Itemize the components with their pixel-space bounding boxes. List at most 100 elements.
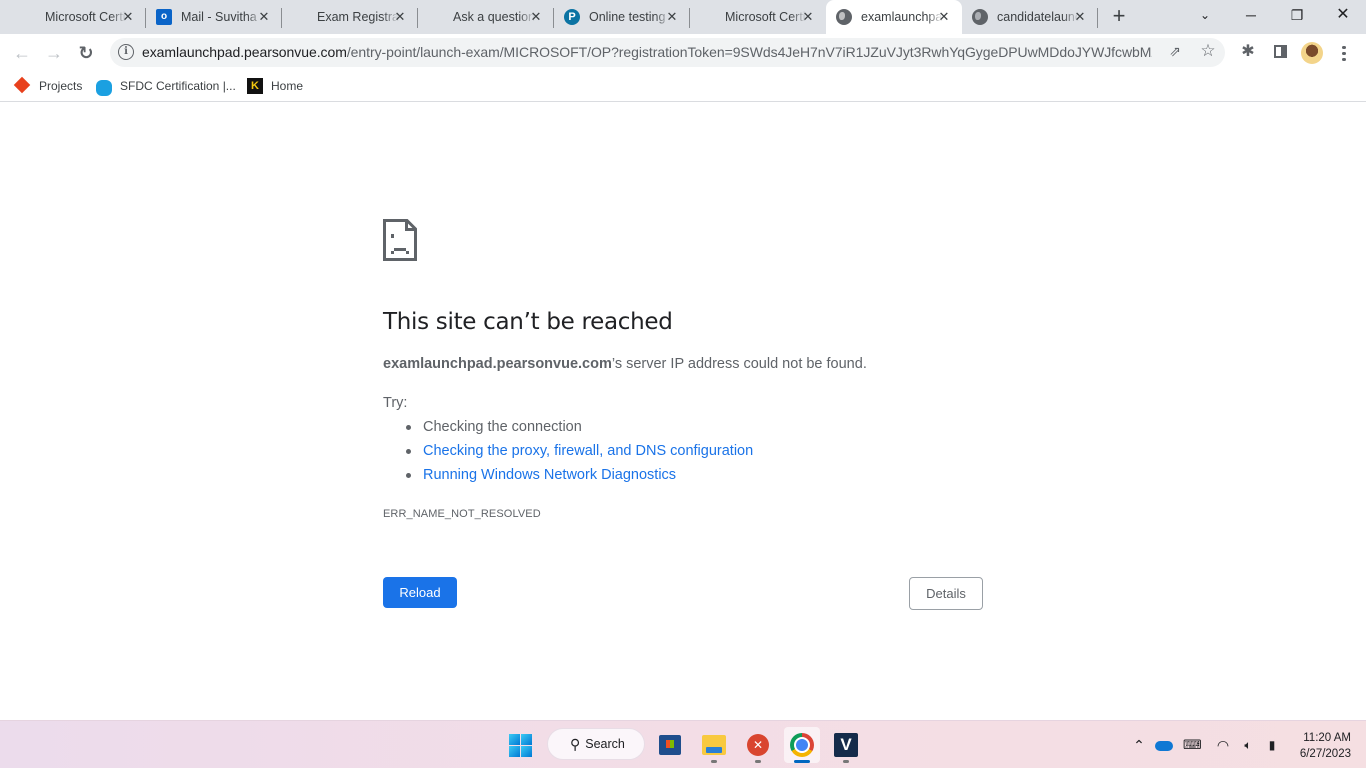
close-tab-icon[interactable]: ✕ <box>256 9 272 25</box>
taskbar-anydesk[interactable]: ✕ <box>740 727 776 763</box>
tab-title: Online testing <box>589 10 666 24</box>
restore-button[interactable]: ❐ <box>1274 0 1320 30</box>
reload-button[interactable]: Reload <box>383 577 457 608</box>
error-description: examlaunchpad.pearsonvue.com’s server IP… <box>383 356 867 372</box>
microsoft-logo-icon <box>700 9 716 25</box>
windows-logo-icon <box>508 733 532 757</box>
onedrive-icon[interactable] <box>1155 735 1173 755</box>
folder-icon <box>702 735 726 755</box>
details-button[interactable]: Details <box>909 577 983 610</box>
tab-examlaunchpad[interactable]: examlaunchpad ✕ <box>826 0 962 34</box>
bookmark-label: Projects <box>39 79 83 93</box>
close-tab-icon[interactable]: ✕ <box>664 9 680 25</box>
suggestions-list: Checking the connection Checking the pro… <box>406 418 753 490</box>
forward-button[interactable]: → <box>42 41 66 65</box>
bookmark-projects[interactable]: Projects <box>13 76 83 95</box>
close-tab-icon[interactable]: ✕ <box>800 9 816 25</box>
bookmark-label: Home <box>271 79 304 93</box>
battery-charging-icon[interactable]: ▮ <box>1262 735 1282 755</box>
start-button[interactable] <box>502 727 538 763</box>
browser-menu-icon[interactable] <box>1336 44 1352 62</box>
tab-title: Mail - Suvitha <box>181 10 257 24</box>
taskbar-search[interactable]: ⚲ Search <box>547 728 645 760</box>
taskbar-microsoft-store[interactable] <box>652 727 688 763</box>
proxy-firewall-dns-link[interactable]: Checking the proxy, firewall, and DNS co… <box>423 443 753 459</box>
show-hidden-icons-chevron[interactable]: ⌃ <box>1131 735 1147 755</box>
share-icon[interactable]: ⇗ <box>1166 43 1184 61</box>
globe-icon <box>836 9 852 25</box>
tab-candidatelaunch[interactable]: candidatelaunch ✕ <box>962 0 1098 34</box>
address-bar[interactable]: i examlaunchpad.pearsonvue.com/entry-poi… <box>110 38 1225 67</box>
search-icon: ⚲ <box>570 735 581 752</box>
active-indicator <box>794 760 810 763</box>
clock-time: 11:20 AM <box>1303 732 1351 744</box>
close-tab-icon[interactable]: ✕ <box>392 9 408 25</box>
close-tab-icon[interactable]: ✕ <box>936 9 952 25</box>
url-text[interactable]: examlaunchpad.pearsonvue.com/entry-point… <box>142 44 1152 60</box>
bookmark-sfdc-certification[interactable]: SFDC Certification |... <box>96 77 236 96</box>
tab-title: Microsoft Certification <box>725 10 807 24</box>
suggestion-item: Checking the connection <box>406 418 753 442</box>
running-indicator <box>755 760 761 763</box>
microsoft-logo-icon <box>428 9 444 25</box>
running-indicator <box>711 760 717 763</box>
suggestion-item: Checking the proxy, firewall, and DNS co… <box>406 442 753 466</box>
tab-microsoft-certification-2[interactable]: Microsoft Certification ✕ <box>690 0 826 34</box>
bookmark-star-icon[interactable]: ☆ <box>1198 41 1218 61</box>
close-tab-icon[interactable]: ✕ <box>1072 9 1088 25</box>
globe-icon <box>972 9 988 25</box>
error-code: ERR_NAME_NOT_RESOLVED <box>383 508 541 520</box>
clock-date: 6/27/2023 <box>1299 748 1351 760</box>
minimize-button[interactable]: ─ <box>1228 0 1274 30</box>
taskbar-pearson-vue[interactable]: V <box>828 727 864 763</box>
network-diagnostics-link[interactable]: Running Windows Network Diagnostics <box>423 467 676 483</box>
close-tab-icon[interactable]: ✕ <box>120 9 136 25</box>
close-window-button[interactable]: ✕ <box>1320 0 1366 30</box>
close-tab-icon[interactable]: ✕ <box>528 9 544 25</box>
back-button[interactable]: ← <box>10 41 34 65</box>
windows-taskbar: ⚲ Search ✕ V ⌃ ⌨ ◠ 🔈︎ ▮ 11:20 AM 6/27/20… <box>0 720 1366 768</box>
anydesk-icon: ✕ <box>747 734 769 756</box>
sad-document-icon <box>383 219 417 261</box>
bookmark-home[interactable]: K Home <box>247 77 303 95</box>
running-indicator <box>843 760 849 763</box>
tab-mail[interactable]: o Mail - Suvitha ✕ <box>146 0 282 34</box>
tab-strip: Microsoft Certification ✕ o Mail - Suvit… <box>0 0 1366 34</box>
tab-ask-a-question[interactable]: Ask a question ✕ <box>418 0 554 34</box>
search-label: Search <box>585 737 625 751</box>
projects-diamond-icon <box>13 76 31 94</box>
reload-browser-button[interactable]: ↻ <box>74 41 98 65</box>
tab-microsoft-certification-1[interactable]: Microsoft Certification ✕ <box>10 0 146 34</box>
extensions-puzzle-icon[interactable]: ✱ <box>1238 42 1258 62</box>
volume-icon[interactable]: 🔈︎ <box>1238 735 1258 755</box>
keyboard-icon[interactable]: ⌨ <box>1183 735 1202 755</box>
tab-search-button[interactable]: ⌄ <box>1182 0 1228 30</box>
tab-exam-registration[interactable]: Exam Registration ✕ <box>282 0 418 34</box>
system-clock[interactable]: 11:20 AM 6/27/2023 <box>1292 730 1351 762</box>
pearson-vue-icon: V <box>834 733 858 757</box>
bookmarks-bar: Projects SFDC Certification |... K Home <box>0 71 1366 102</box>
profile-avatar[interactable] <box>1301 42 1323 64</box>
taskbar-chrome[interactable] <box>784 727 820 763</box>
taskbar-file-explorer[interactable] <box>696 727 732 763</box>
error-host: examlaunchpad.pearsonvue.com <box>383 356 612 372</box>
suggestion-item: Running Windows Network Diagnostics <box>406 466 753 490</box>
pearson-icon: P <box>564 9 580 25</box>
new-tab-button[interactable]: + <box>1108 5 1130 28</box>
wifi-icon[interactable]: ◠ <box>1214 735 1232 755</box>
tab-title: Ask a question <box>453 10 535 24</box>
tab-separator <box>1097 8 1098 28</box>
tab-title: candidatelaunch <box>997 10 1079 24</box>
microsoft-logo-icon <box>20 9 36 25</box>
k-logo-icon: K <box>247 78 263 94</box>
chrome-icon <box>790 733 814 757</box>
site-info-icon[interactable]: i <box>118 44 134 60</box>
outlook-icon: o <box>156 9 172 25</box>
store-icon <box>659 735 681 755</box>
tab-title: Microsoft Certification <box>45 10 127 24</box>
error-title: This site can’t be reached <box>383 309 673 335</box>
try-label: Try: <box>383 395 408 411</box>
side-panel-icon[interactable] <box>1270 42 1290 62</box>
salesforce-cloud-icon <box>96 79 112 96</box>
tab-online-testing[interactable]: P Online testing ✕ <box>554 0 690 34</box>
